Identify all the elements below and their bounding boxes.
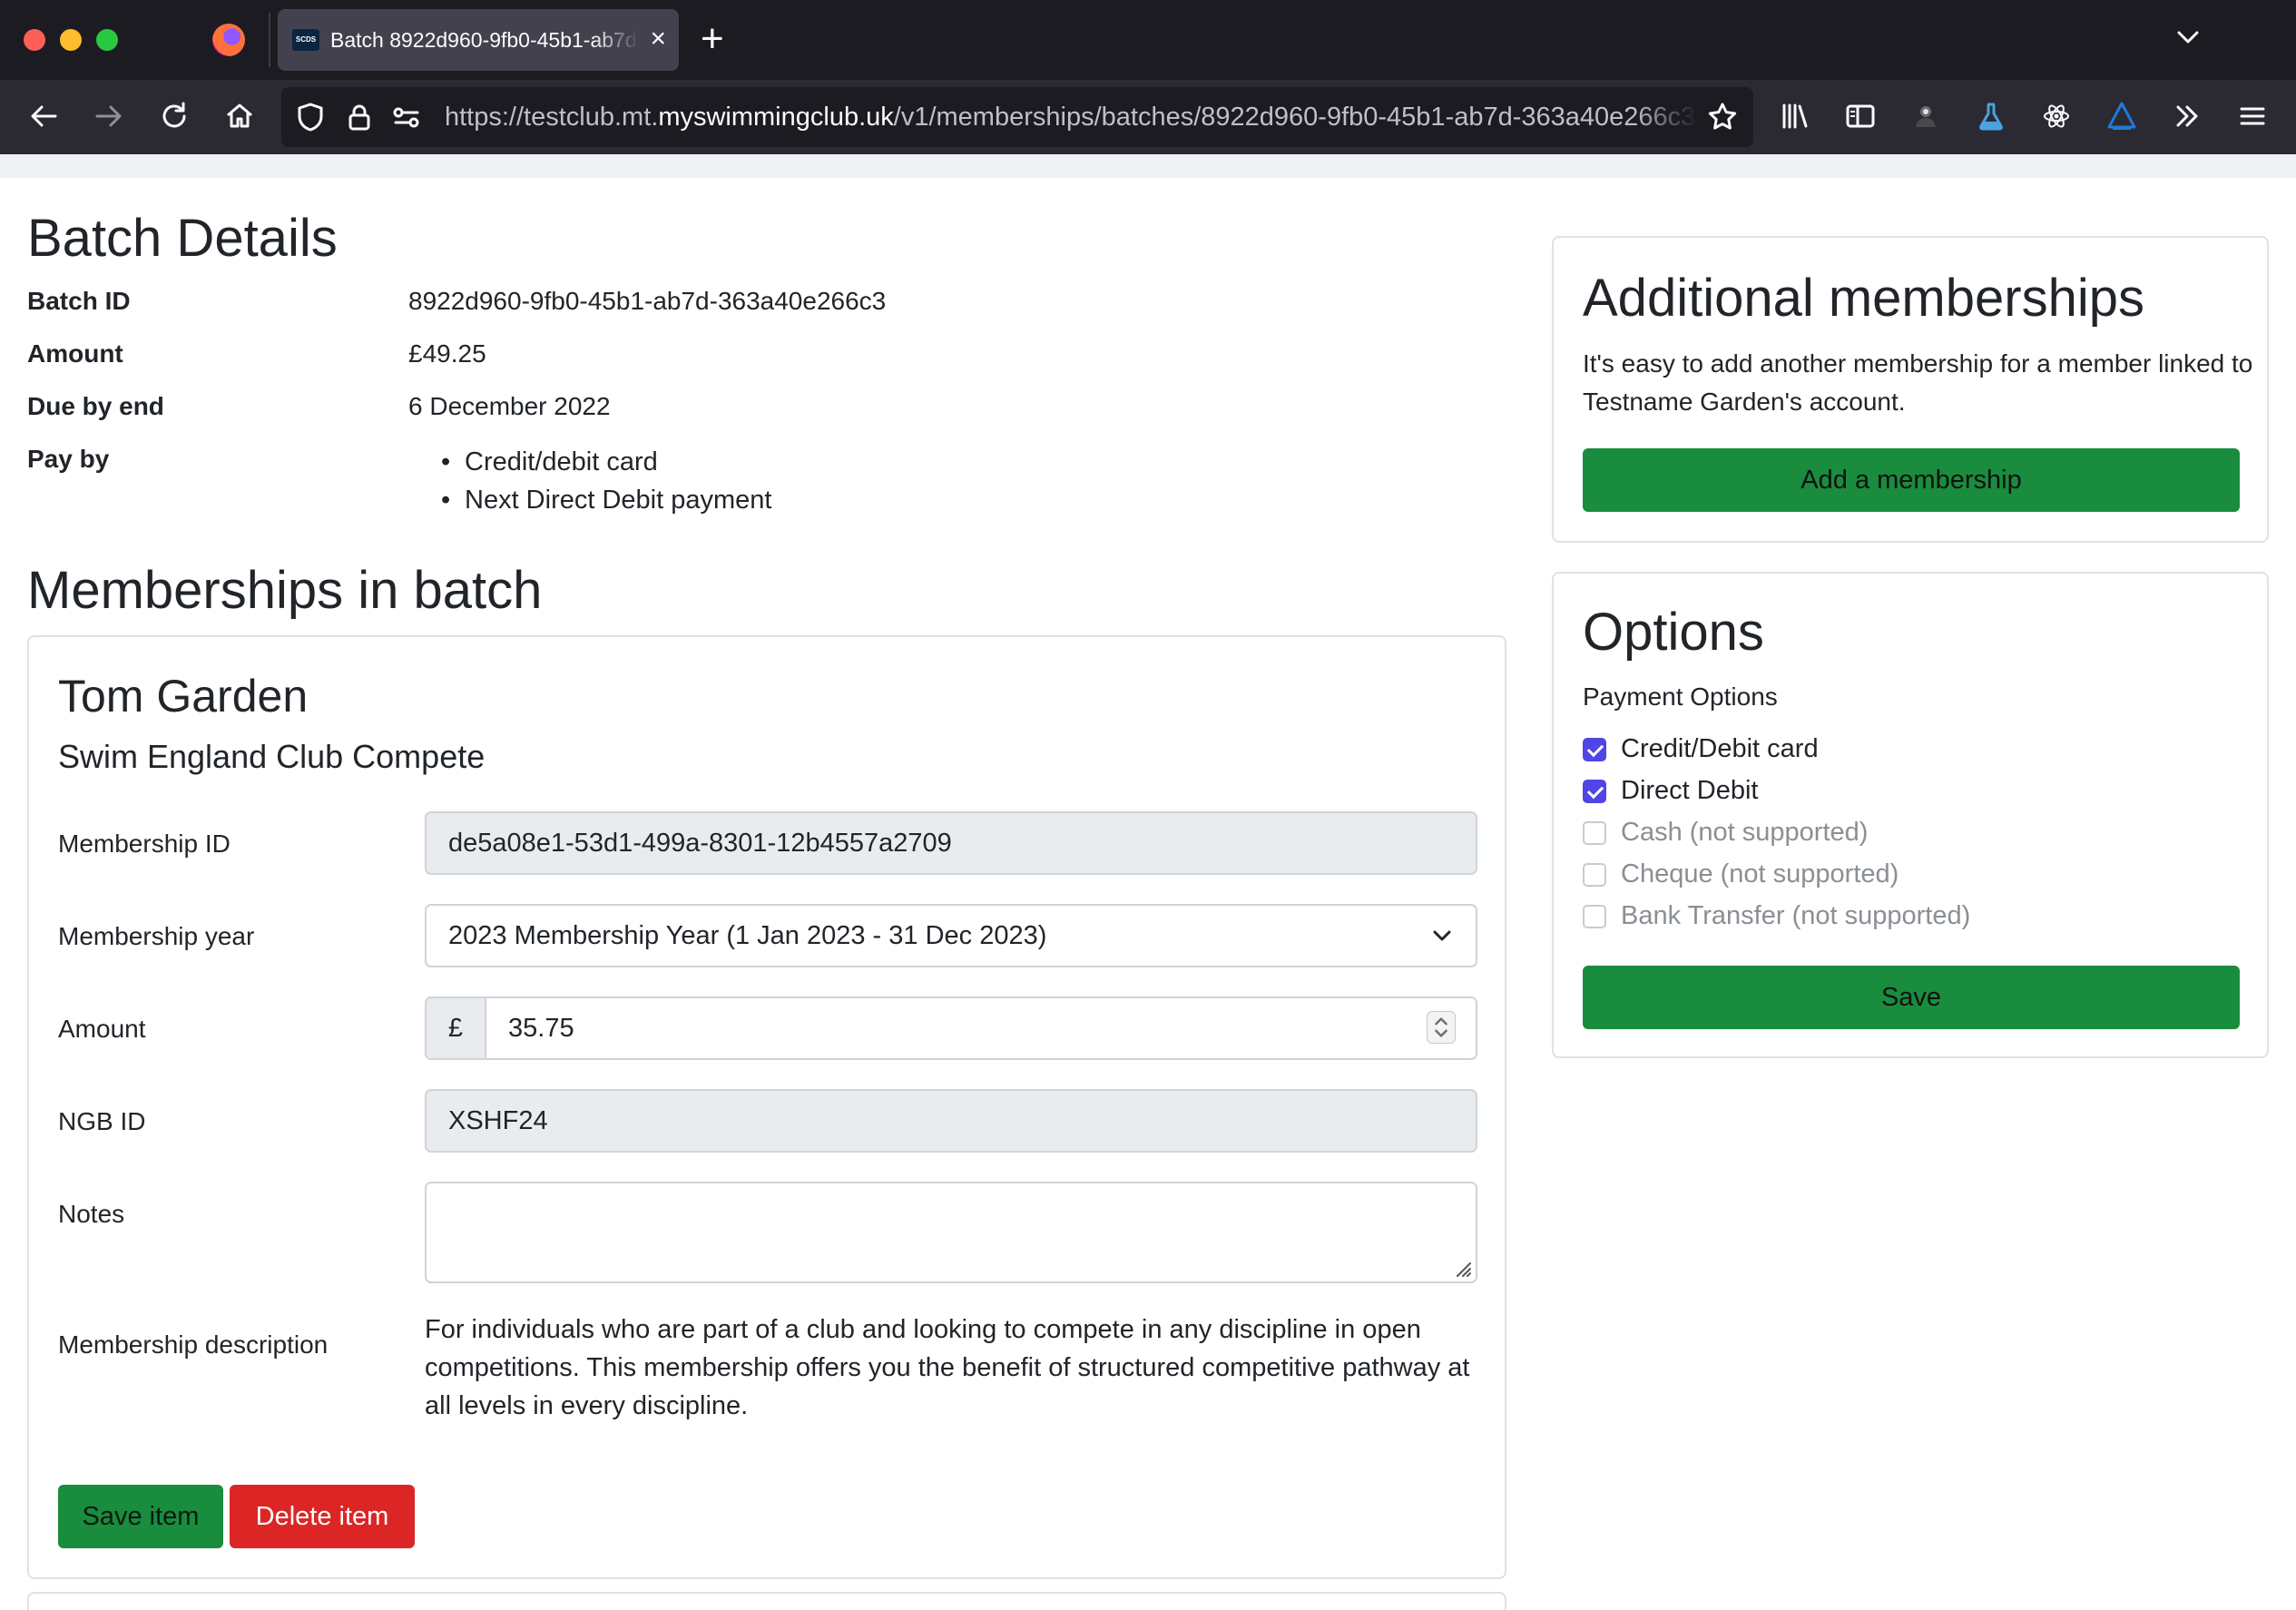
membership-id-label: Membership ID: [58, 830, 231, 858]
number-stepper-icon[interactable]: [1427, 1011, 1456, 1044]
due-by-value: 6 December 2022: [408, 392, 611, 420]
firefox-icon: [212, 24, 245, 56]
checkbox-checked[interactable]: [1583, 780, 1606, 803]
membership-year-label: Membership year: [58, 922, 255, 950]
checkbox-disabled: [1583, 863, 1606, 887]
membership-type: Swim England Club Compete: [58, 738, 486, 775]
option-label: Cash (not supported): [1621, 818, 1869, 847]
chevron-down-icon: [1433, 930, 1451, 941]
library-icon[interactable]: [1777, 98, 1813, 134]
option-label: Bank Transfer (not supported): [1621, 901, 1971, 930]
tab-close-icon[interactable]: ×: [650, 24, 666, 54]
option-label: Credit/Debit card: [1621, 734, 1819, 763]
url-prefix: https://testclub.mt.: [445, 103, 659, 132]
batch-id-value: 8922d960-9fb0-45b1-ab7d-363a40e266c3: [408, 287, 887, 315]
membership-year-selected: 2023 Membership Year (1 Jan 2023 - 31 De…: [448, 921, 1047, 950]
checkbox-checked[interactable]: [1583, 738, 1606, 761]
pay-by-list: Credit/debit card Next Direct Debit paym…: [408, 443, 771, 519]
options-card: Options Payment Options Credit/Debit car…: [1552, 572, 2269, 1058]
bookmark-star-icon[interactable]: [1704, 99, 1741, 135]
url-host: myswimmingclub.uk: [658, 103, 894, 132]
sidebar-icon[interactable]: [1842, 98, 1879, 134]
notes-textarea[interactable]: [425, 1182, 1477, 1283]
pay-by-label: Pay by: [27, 445, 110, 473]
options-title: Options: [1583, 603, 1764, 662]
page-title: Batch Details: [27, 209, 338, 268]
tab-title: Batch 8922d960-9fb0-45b1-ab7d-363a40e266…: [330, 28, 639, 52]
save-options-button[interactable]: Save: [1583, 966, 2240, 1029]
home-icon[interactable]: [221, 98, 258, 134]
membership-card: Tom Garden Swim England Club Compete Mem…: [27, 635, 1506, 1579]
ngb-id-label: NGB ID: [58, 1107, 146, 1135]
browser-nav-bar: https://testclub.mt.myswimmingclub.uk/v1…: [0, 80, 2296, 154]
batch-amount-value: £49.25: [408, 339, 486, 368]
amount-input[interactable]: 35.75: [508, 998, 574, 1058]
page-header-strip: [0, 154, 2296, 178]
forward-arrow-icon[interactable]: [91, 98, 127, 134]
notes-label: Notes: [58, 1200, 125, 1228]
address-bar[interactable]: https://testclub.mt.myswimmingclub.uk/v1…: [281, 87, 1753, 147]
additional-memberships-title: Additional memberships: [1583, 269, 2144, 328]
currency-prefix: £: [427, 998, 486, 1058]
back-arrow-icon[interactable]: [25, 98, 62, 134]
lock-icon[interactable]: [341, 99, 378, 135]
tab-separator: [269, 13, 270, 67]
list-all-tabs-icon[interactable]: [2173, 22, 2203, 53]
overflow-chevrons-icon[interactable]: [2169, 98, 2205, 134]
window-minimize-button[interactable]: [60, 29, 82, 51]
window-zoom-button[interactable]: [96, 29, 118, 51]
membership-id-field[interactable]: de5a08e1-53d1-499a-8301-12b4557a2709: [425, 811, 1477, 875]
reload-icon[interactable]: [156, 98, 192, 134]
site-favicon-icon: SCDS: [292, 29, 319, 51]
delete-item-button[interactable]: Delete item: [230, 1485, 415, 1548]
extension-avatar-icon[interactable]: [1908, 98, 1944, 134]
window-close-button[interactable]: [24, 29, 45, 51]
amount-label: Amount: [58, 1015, 146, 1043]
pay-by-method: Next Direct Debit payment: [408, 481, 771, 519]
menu-icon[interactable]: [2234, 98, 2271, 134]
site-permissions-icon[interactable]: [388, 99, 425, 135]
membership-description-text: For individuals who are part of a club a…: [425, 1315, 1470, 1420]
flask-icon[interactable]: [1973, 98, 2009, 134]
resize-grip-icon[interactable]: [1450, 1256, 1472, 1278]
url-text[interactable]: https://testclub.mt.myswimmingclub.uk/v1…: [445, 102, 1697, 133]
membership-year-select[interactable]: 2023 Membership Year (1 Jan 2023 - 31 De…: [425, 904, 1477, 967]
batch-id-label: Batch ID: [27, 287, 131, 315]
react-devtools-icon[interactable]: [2038, 98, 2075, 134]
due-by-label: Due by end: [27, 392, 164, 420]
membership-description-label: Membership description: [58, 1330, 329, 1359]
batch-amount-label: Amount: [27, 339, 123, 368]
extension-triangle-icon[interactable]: [2104, 98, 2140, 134]
option-label: Cheque (not supported): [1621, 859, 1899, 888]
url-path: /v1/memberships/batches/8922d960-9fb0-45…: [893, 103, 1696, 132]
checkbox-disabled: [1583, 821, 1606, 845]
option-label: Direct Debit: [1621, 776, 1759, 805]
save-item-button[interactable]: Save item: [58, 1485, 223, 1548]
payment-options-subtitle: Payment Options: [1583, 682, 1778, 711]
add-membership-button[interactable]: Add a membership: [1583, 448, 2240, 512]
pay-by-method: Credit/debit card: [408, 443, 771, 481]
shield-icon[interactable]: [292, 99, 329, 135]
next-membership-card: [27, 1592, 1506, 1610]
browser-tab-active[interactable]: SCDS Batch 8922d960-9fb0-45b1-ab7d-363a4…: [278, 9, 679, 71]
additional-memberships-text: It's easy to add another membership for …: [1583, 349, 2253, 416]
checkbox-disabled: [1583, 905, 1606, 928]
amount-input-group: £ 35.75: [425, 996, 1477, 1060]
additional-memberships-card: Additional memberships It's easy to add …: [1552, 236, 2269, 543]
member-name: Tom Garden: [58, 671, 309, 722]
memberships-section-title: Memberships in batch: [27, 561, 543, 620]
ngb-id-field[interactable]: XSHF24: [425, 1089, 1477, 1153]
browser-tab-bar: SCDS Batch 8922d960-9fb0-45b1-ab7d-363a4…: [0, 0, 2296, 80]
new-tab-button[interactable]: +: [701, 18, 724, 60]
